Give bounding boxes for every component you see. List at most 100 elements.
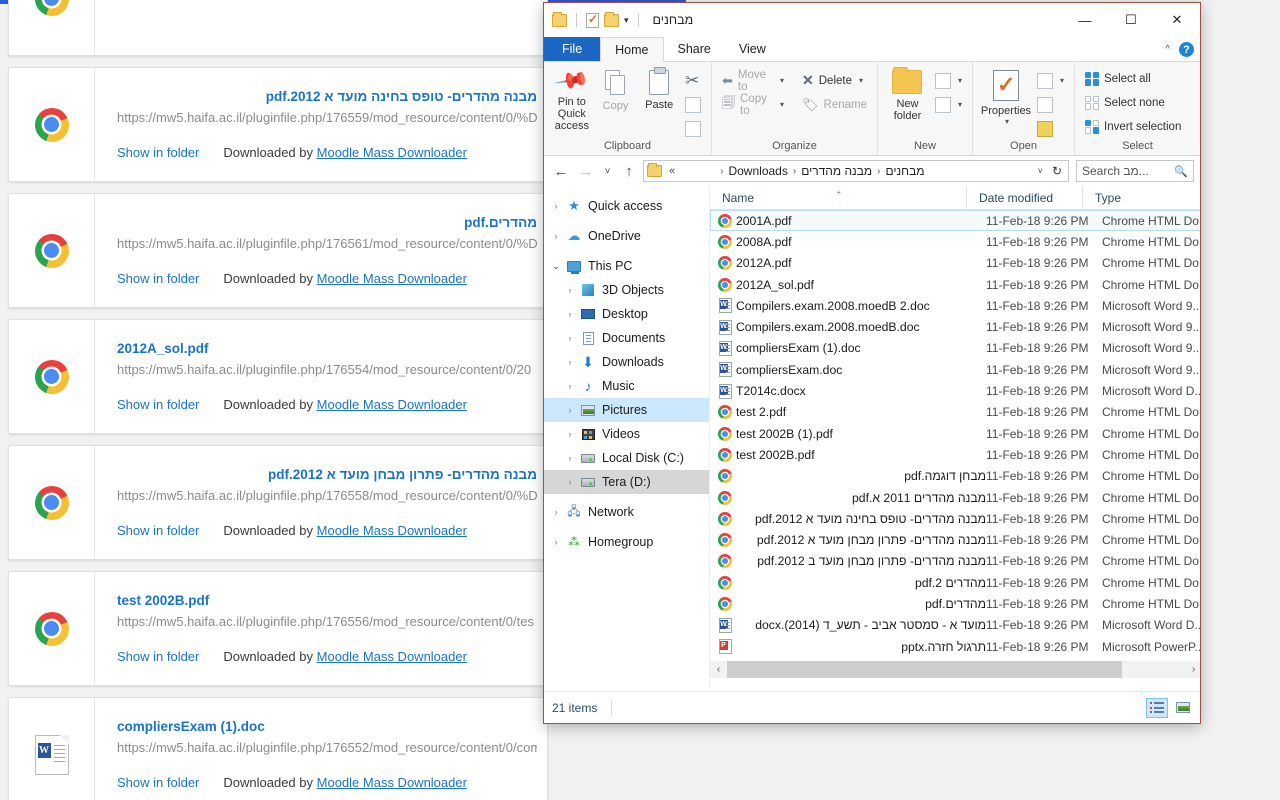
download-file-name[interactable]: compliersExam (1).doc — [117, 718, 537, 736]
easy-access-button[interactable]: ▾ — [931, 95, 966, 114]
sidebar-item-onedrive[interactable]: › ☁ OneDrive — [544, 224, 709, 248]
sidebar-item-music[interactable]: › ♪ Music — [544, 374, 709, 398]
folder-icon[interactable] — [552, 11, 567, 27]
downloader-extension-link[interactable]: Moodle Mass Downloader — [317, 397, 467, 412]
table-row[interactable]: מבנה מהדרים- פתרון מבחן מועד ב 2012.pdf 1… — [710, 551, 1200, 572]
chevron-right-icon[interactable]: › — [548, 201, 564, 211]
tab-share[interactable]: Share — [664, 37, 725, 61]
download-file-name[interactable]: מבנה מהדרים- פתרון מבחן מועד א 2012.pdf — [117, 466, 537, 484]
download-item[interactable]: מבנה מהדרים- פתרון מבחן מועד א 2012.pdf h… — [8, 445, 548, 560]
paste-shortcut-button[interactable] — [681, 119, 705, 138]
properties-caret-icon[interactable]: ▾ — [1005, 117, 1009, 126]
table-row[interactable]: 2012A.pdf 11-Feb-18 9:26 PM Chrome HTML Do… — [710, 253, 1200, 274]
download-file-name[interactable]: test 2002B.pdf — [117, 592, 537, 610]
chevron-down-icon[interactable]: ▾ — [780, 76, 784, 85]
address-dropdown-icon[interactable]: ˅ — [1034, 166, 1047, 176]
forward-button[interactable]: → — [575, 160, 597, 182]
chevron-down-icon-6[interactable]: ▾ — [1060, 76, 1064, 85]
download-file-name[interactable]: מבנה מהדרים- טופס בחינה מועד א 2012.pdf — [117, 88, 537, 106]
sidebar-item-3d-objects[interactable]: › 3D Objects — [544, 278, 709, 302]
download-item[interactable]: WcompliersExam (1).doc https://mw5.haifa.… — [8, 697, 548, 800]
table-row[interactable]: 2001A.pdf 11-Feb-18 9:26 PM Chrome HTML Do… — [710, 210, 1200, 232]
new-folder-button[interactable]: New folder — [884, 65, 931, 122]
chevron-down-icon-5[interactable]: ▾ — [958, 100, 962, 109]
cut-button[interactable]: ✂ — [681, 71, 705, 90]
chevron-down-icon-4[interactable]: ▾ — [958, 76, 962, 85]
show-in-folder-link[interactable]: Show in folder — [117, 775, 199, 790]
copy-to-button[interactable]: 🗐 Copy to ▾ — [718, 93, 788, 117]
table-row[interactable]: מבנה מהדרים- פתרון מבחן מועד א 2012.pdf 1… — [710, 529, 1200, 550]
table-row[interactable]: test 2002B.pdf 11-Feb-18 9:26 PM Chrome HT… — [710, 444, 1200, 465]
pin-to-quick-access-button[interactable]: 📌 Pin to Quick access — [550, 62, 594, 132]
up-button[interactable]: ↑ — [618, 160, 640, 182]
properties-button[interactable]: Properties ▾ — [979, 65, 1033, 126]
chevron-right-icon[interactable]: › — [562, 453, 578, 463]
breadcrumb-separator-1[interactable]: › — [793, 166, 796, 177]
downloader-extension-link[interactable]: Moodle Mass Downloader — [317, 649, 467, 664]
show-in-folder-link[interactable]: Show in folder — [117, 649, 199, 664]
customize-caret-icon[interactable]: ▾ — [624, 15, 629, 26]
chevron-right-icon[interactable]: › — [562, 333, 578, 343]
recent-locations-button[interactable]: ˅ — [600, 160, 615, 182]
new-item-button[interactable]: ▾ — [931, 71, 966, 90]
sidebar-item-local-disk-c[interactable]: › Local Disk (C:) — [544, 446, 709, 470]
table-row[interactable]: P תרגול חזרה.pptx 11-Feb-18 9:26 PM Microso… — [710, 636, 1200, 657]
breadcrumb-item-0[interactable]: Downloads — [725, 164, 790, 178]
sidebar-item-tera-d[interactable]: › Tera (D:) — [544, 470, 709, 494]
back-button[interactable]: ← — [550, 160, 572, 182]
tab-view[interactable]: View — [725, 37, 780, 61]
scrollbar-thumb[interactable] — [727, 661, 1122, 678]
download-item[interactable]: מהדרים.pdf https://mw5.haifa.ac.il/plugin… — [8, 193, 548, 308]
history-button[interactable] — [1033, 119, 1068, 138]
breadcrumb-item-1[interactable]: מבנה מהדרים — [798, 164, 875, 178]
delete-button[interactable]: ✕ Delete ▾ — [798, 71, 871, 90]
chevron-right-icon[interactable]: › — [562, 477, 578, 487]
breadcrumb-overflow-button[interactable]: « — [666, 165, 678, 177]
close-button[interactable]: ✕ — [1154, 3, 1200, 37]
column-header-name[interactable]: Name ⌃ — [710, 186, 966, 210]
download-item[interactable]: מבנה מהדרים- טופס בחינה מועד א 2012.pdf h… — [8, 67, 548, 182]
chevron-right-icon[interactable]: › — [562, 357, 578, 367]
sidebar-item-quick-access[interactable]: › ★ Quick access — [544, 194, 709, 218]
table-row[interactable]: מבנה מהדרים- טופס בחינה מועד א 2012.pdf 1… — [710, 508, 1200, 529]
chevron-down-icon-3[interactable]: ▾ — [859, 76, 863, 85]
help-icon[interactable]: ? — [1179, 42, 1194, 57]
table-row[interactable]: WcompliersExam.doc 11-Feb-18 9:26 PM Micro… — [710, 359, 1200, 380]
sidebar-item-pictures[interactable]: › Pictures — [544, 398, 709, 422]
table-row[interactable]: מבנה מהדרים 2011 א.pdf 11-Feb-18 9:26 PM C… — [710, 487, 1200, 508]
refresh-button[interactable]: ↻ — [1049, 164, 1065, 178]
show-in-folder-link[interactable]: Show in folder — [117, 397, 199, 412]
downloader-extension-link[interactable]: Moodle Mass Downloader — [317, 775, 467, 790]
edit-button[interactable] — [1033, 95, 1068, 114]
chevron-right-icon[interactable]: › — [548, 231, 564, 241]
properties-icon[interactable] — [586, 12, 599, 28]
table-row[interactable]: W Compilers.exam.2008.moedB 2.doc 11-Feb-1… — [710, 295, 1200, 316]
sidebar-item-network[interactable]: › 🖧 Network — [544, 500, 709, 524]
scroll-left-button[interactable]: ‹ — [710, 661, 727, 678]
chevron-right-icon[interactable]: › — [562, 429, 578, 439]
chevron-right-icon[interactable]: › — [562, 381, 578, 391]
download-item[interactable]: test 2002B.pdf https://mw5.haifa.ac.il/pl… — [8, 571, 548, 686]
table-row[interactable]: W מועד א - סמסטר אביב - תשע_ד (2014).docx… — [710, 615, 1200, 636]
horizontal-scrollbar[interactable]: ‹ › — [710, 661, 1200, 678]
select-all-button[interactable]: Select all — [1081, 69, 1185, 88]
tab-home[interactable]: Home — [600, 37, 664, 62]
sidebar-item-documents[interactable]: › Documents — [544, 326, 709, 350]
chevron-down-icon-2[interactable]: ▾ — [780, 100, 784, 109]
table-row[interactable]: W T2014c.docx 11-Feb-18 9:26 PM Microsoft W… — [710, 380, 1200, 401]
details-view-button[interactable] — [1146, 697, 1168, 718]
tab-file[interactable]: File — [544, 37, 601, 61]
copy-button[interactable]: Copy — [594, 65, 638, 112]
sidebar-item-desktop[interactable]: › Desktop — [544, 302, 709, 326]
large-icons-view-button[interactable] — [1172, 698, 1194, 718]
chevron-down-icon[interactable]: ⌄ — [548, 261, 564, 272]
table-row[interactable]: test 2002B (1).pdf 11-Feb-18 9:26 PM Chrom… — [710, 423, 1200, 444]
move-to-button[interactable]: ⬅ Move to ▾ — [718, 69, 788, 93]
downloader-extension-link[interactable]: Moodle Mass Downloader — [317, 145, 467, 160]
minimize-button[interactable]: — — [1062, 3, 1108, 37]
chevron-right-icon[interactable]: › — [562, 285, 578, 295]
breadcrumb-address-bar[interactable]: «› Downloads › מבנה מהדרים › מבחנים ˅ ↻ — [643, 160, 1069, 182]
downloader-extension-link[interactable]: Moodle Mass Downloader — [317, 523, 467, 538]
table-row[interactable]: מהדרים.pdf 11-Feb-18 9:26 PM Chrome HTML D… — [710, 593, 1200, 614]
chevron-right-icon[interactable]: › — [562, 405, 578, 415]
